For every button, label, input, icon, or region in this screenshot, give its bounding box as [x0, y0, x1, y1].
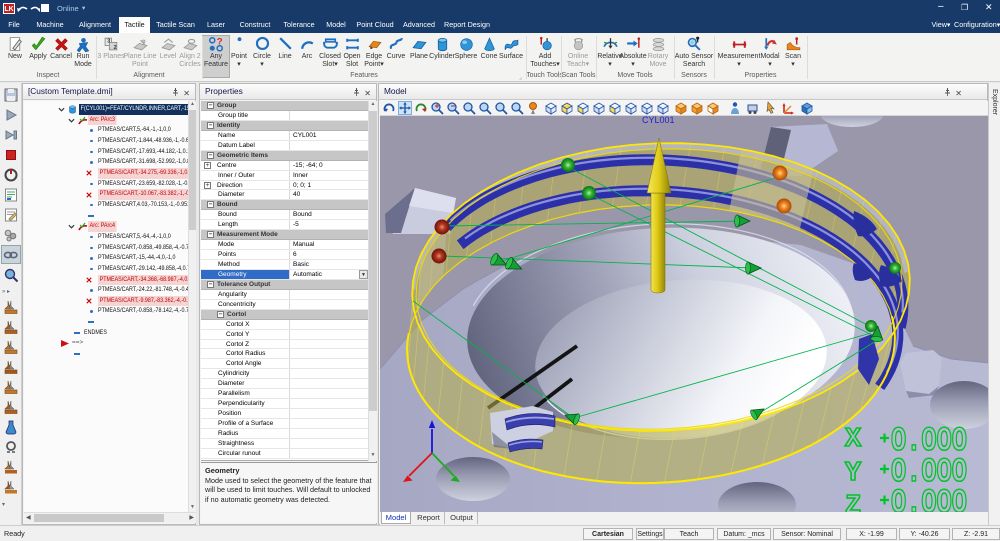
svg-text:Y: Y — [845, 459, 862, 489]
svg-text:O.OOO: O.OOO — [891, 485, 967, 512]
svg-text:2: 2 — [113, 45, 116, 51]
svg-text:Z: Z — [845, 492, 861, 512]
svg-text:LK: LK — [4, 6, 13, 13]
svg-text:X: X — [845, 425, 862, 455]
svg-text:3: 3 — [107, 38, 110, 44]
svg-text:CYL001: CYL001 — [642, 116, 675, 125]
svg-text:?: ? — [216, 37, 222, 48]
